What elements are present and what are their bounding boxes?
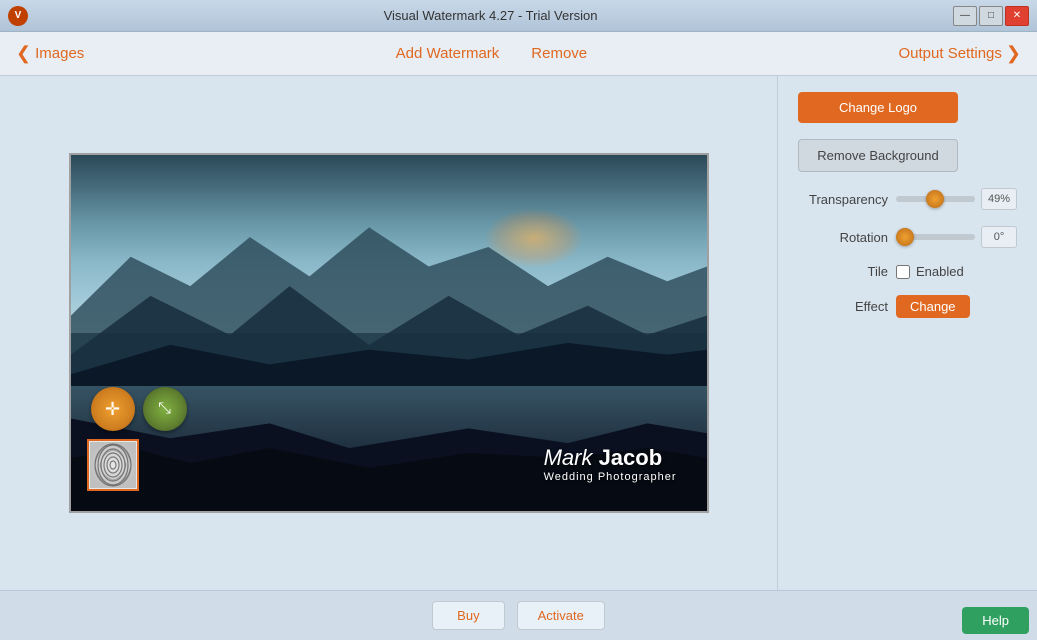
remove-background-button[interactable]: Remove Background: [798, 139, 958, 172]
tile-row: Tile Enabled: [798, 264, 1017, 279]
image-container: Mark Jacob Wedding Photographer ✛ ⤡: [69, 153, 709, 513]
controls-panel: Change Logo Remove Background Transparen…: [777, 76, 1037, 590]
window-controls: — □ ✕: [953, 6, 1029, 26]
transparency-value: 49%: [981, 188, 1017, 210]
resize-icon: ⤡: [158, 400, 171, 418]
output-settings-label: Output Settings: [899, 45, 1002, 62]
app-logo: V: [8, 6, 28, 26]
add-watermark-nav[interactable]: Add Watermark: [396, 45, 500, 62]
transparency-slider-container: 49%: [896, 188, 1017, 210]
change-logo-button[interactable]: Change Logo: [798, 92, 958, 123]
tile-label: Tile: [798, 264, 888, 279]
tile-checkbox[interactable]: [896, 265, 910, 279]
watermark-last-name: Jacob: [592, 445, 662, 470]
forward-chevron-icon: ❯: [1006, 43, 1021, 64]
window-title: Visual Watermark 4.27 - Trial Version: [28, 8, 953, 23]
nav-bar: ❮ Images Add Watermark Remove Output Set…: [0, 32, 1037, 76]
main-content: Mark Jacob Wedding Photographer ✛ ⤡: [0, 76, 1037, 590]
resize-handle[interactable]: ⤡: [143, 387, 187, 431]
close-button[interactable]: ✕: [1005, 6, 1029, 26]
transparency-row: Transparency 49%: [798, 188, 1017, 210]
title-bar: V Visual Watermark 4.27 - Trial Version …: [0, 0, 1037, 32]
back-nav-label: Images: [35, 45, 84, 62]
maximize-button[interactable]: □: [979, 6, 1003, 26]
effect-change-button[interactable]: Change: [896, 295, 970, 318]
rotation-slider-container: 0°: [896, 226, 1017, 248]
transparency-label: Transparency: [798, 192, 888, 207]
activate-button[interactable]: Activate: [517, 601, 605, 630]
effect-row: Effect Change: [798, 295, 1017, 318]
nav-center: Add Watermark Remove: [84, 45, 898, 62]
transparency-slider[interactable]: [896, 196, 975, 202]
watermark-text-container: Mark Jacob Wedding Photographer: [544, 445, 677, 483]
watermark-name: Mark Jacob: [544, 445, 677, 471]
bottom-bar: Buy Activate Help: [0, 590, 1037, 640]
mountain-svg: [71, 198, 707, 394]
remove-nav[interactable]: Remove: [531, 45, 587, 62]
image-panel: Mark Jacob Wedding Photographer ✛ ⤡: [0, 76, 777, 590]
move-icon: ✛: [105, 399, 120, 420]
watermark-first-name: Mark: [544, 445, 593, 470]
logo-svg: [90, 442, 136, 488]
rotation-value: 0°: [981, 226, 1017, 248]
logo-thumbnail[interactable]: [87, 439, 139, 491]
help-button[interactable]: Help: [962, 607, 1029, 634]
minimize-button[interactable]: —: [953, 6, 977, 26]
back-nav[interactable]: ❮ Images: [16, 43, 84, 64]
buy-button[interactable]: Buy: [432, 601, 504, 630]
effect-label: Effect: [798, 299, 888, 314]
output-settings-nav[interactable]: Output Settings ❯: [899, 43, 1022, 64]
back-chevron-icon: ❮: [16, 43, 31, 64]
tile-checkbox-container: Enabled: [896, 264, 964, 279]
rotation-slider[interactable]: [896, 234, 975, 240]
rotation-row: Rotation 0°: [798, 226, 1017, 248]
move-handle[interactable]: ✛: [91, 387, 135, 431]
watermark-subtitle: Wedding Photographer: [544, 471, 677, 483]
rotation-label: Rotation: [798, 230, 888, 245]
tile-enabled-label[interactable]: Enabled: [916, 264, 964, 279]
